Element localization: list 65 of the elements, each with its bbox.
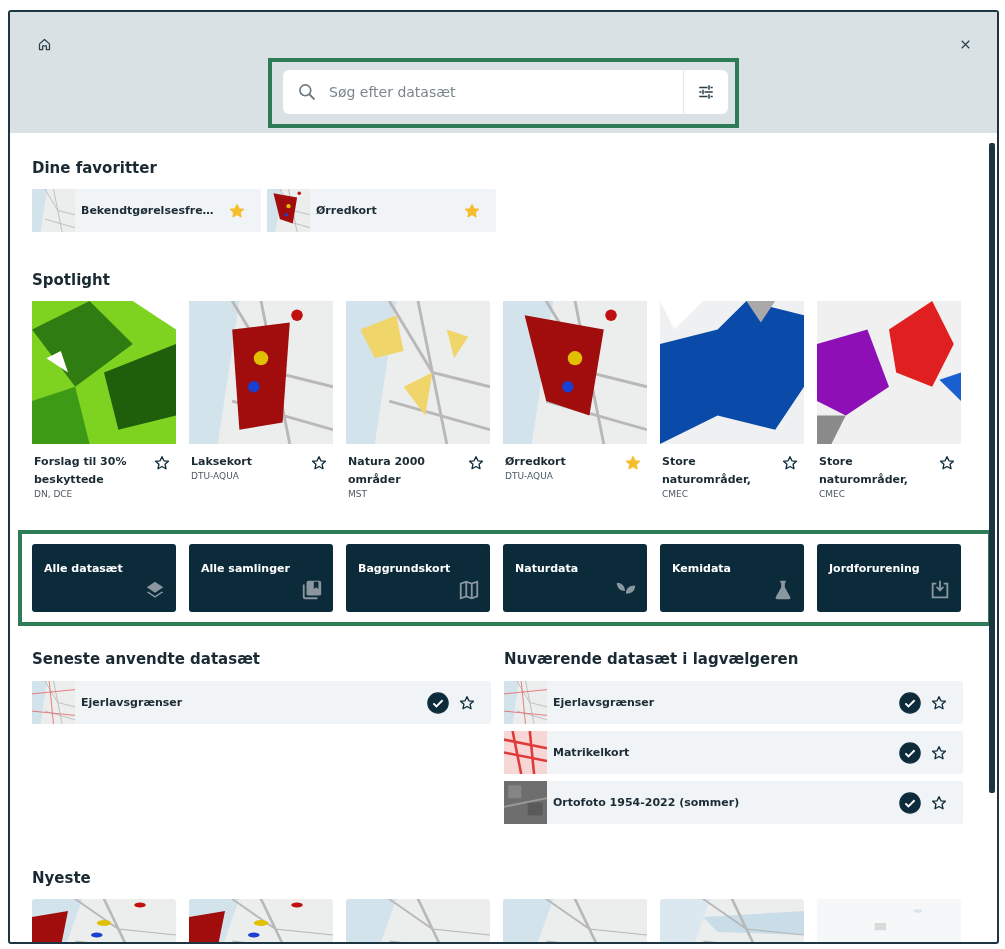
star-icon[interactable] — [154, 455, 170, 471]
category-tile[interactable]: Jordforurening — [817, 544, 961, 612]
favorite-item[interactable]: Bekendtgørelsesfre… — [32, 189, 261, 232]
check-icon[interactable] — [899, 791, 921, 814]
dataset-source: DTU-AQUA — [505, 471, 554, 481]
star-icon[interactable] — [229, 202, 245, 219]
dataset-source: CMEC — [662, 489, 690, 499]
section-heading: Nyeste — [32, 869, 92, 887]
filter-icon[interactable] — [697, 83, 715, 101]
dataset-source: CMEC — [819, 489, 847, 499]
category-label: Naturdata — [515, 562, 579, 575]
dataset-name: Ejerlavsgrænser — [80, 696, 184, 709]
dataset-title[interactable]: Ørredkort — [505, 453, 617, 471]
dataset-title[interactable]: Store naturområder, — [662, 453, 774, 489]
favorite-item[interactable]: Ørredkort — [267, 189, 496, 232]
category-tile[interactable]: Alle datasæt — [32, 544, 176, 612]
star-icon[interactable] — [311, 455, 327, 471]
star-icon[interactable] — [468, 455, 484, 471]
dataset-title[interactable]: Store naturområder, — [819, 453, 931, 489]
download-icon — [929, 579, 951, 601]
scrollbar[interactable] — [989, 143, 995, 793]
category-tile[interactable]: Alle samlinger — [189, 544, 333, 612]
section-heading: Nuværende datasæt i lagvælgeren — [504, 650, 800, 668]
dataset-source: DTU-AQUA — [191, 471, 240, 481]
category-tile[interactable]: Kemidata — [660, 544, 804, 612]
dataset-name: Ortofoto 1954-2022 (sommer) — [552, 796, 741, 809]
section-heading: Dine favoritter — [32, 159, 158, 177]
category-label: Kemidata — [672, 562, 731, 575]
dataset-row[interactable]: Matrikelkort — [504, 731, 963, 774]
category-label: Jordforurening — [829, 562, 920, 575]
dataset-row[interactable]: Ejerlavsgrænser — [504, 681, 963, 724]
dataset-name: Matrikelkort — [552, 746, 631, 759]
map-icon — [458, 579, 480, 601]
star-icon[interactable] — [931, 744, 947, 761]
star-icon[interactable] — [459, 694, 475, 711]
category-label: Baggrundskort — [358, 562, 451, 575]
dataset-source: DN, DCE — [34, 489, 74, 499]
dataset-title[interactable]: Laksekort — [191, 453, 303, 471]
star-icon[interactable] — [939, 455, 955, 471]
dataset-row[interactable]: Ortofoto 1954-2022 (sommer) — [504, 781, 963, 824]
search-field[interactable]: Søg efter datasæt — [283, 70, 728, 114]
section-heading: Seneste anvendte datasæt — [32, 650, 262, 668]
dataset-title[interactable]: Forslag til 30% beskyttede — [34, 453, 146, 489]
search-input[interactable]: Søg efter datasæt — [327, 83, 683, 101]
dataset-source: MST — [348, 489, 368, 499]
star-icon[interactable] — [464, 202, 480, 219]
search-icon — [297, 82, 317, 102]
collection-icon — [301, 579, 323, 601]
dataset-name: Ørredkort — [315, 204, 378, 217]
check-icon[interactable] — [899, 691, 921, 714]
category-tile[interactable]: Baggrundskort — [346, 544, 490, 612]
dataset-row[interactable]: Ejerlavsgrænser — [32, 681, 491, 724]
dataset-title[interactable]: Natura 2000 områder — [348, 453, 460, 489]
dataset-name: Bekendtgørelsesfre… — [80, 204, 215, 217]
check-icon[interactable] — [427, 691, 449, 714]
dataset-name: Ejerlavsgrænser — [552, 696, 656, 709]
category-label: Alle samlinger — [201, 562, 290, 575]
home-icon[interactable] — [37, 37, 52, 52]
check-icon[interactable] — [899, 741, 921, 764]
section-heading: Spotlight — [32, 271, 111, 289]
star-icon[interactable] — [931, 794, 947, 811]
category-label: Alle datasæt — [44, 562, 123, 575]
category-tile[interactable]: Naturdata — [503, 544, 647, 612]
star-icon[interactable] — [931, 694, 947, 711]
star-icon[interactable] — [782, 455, 798, 471]
